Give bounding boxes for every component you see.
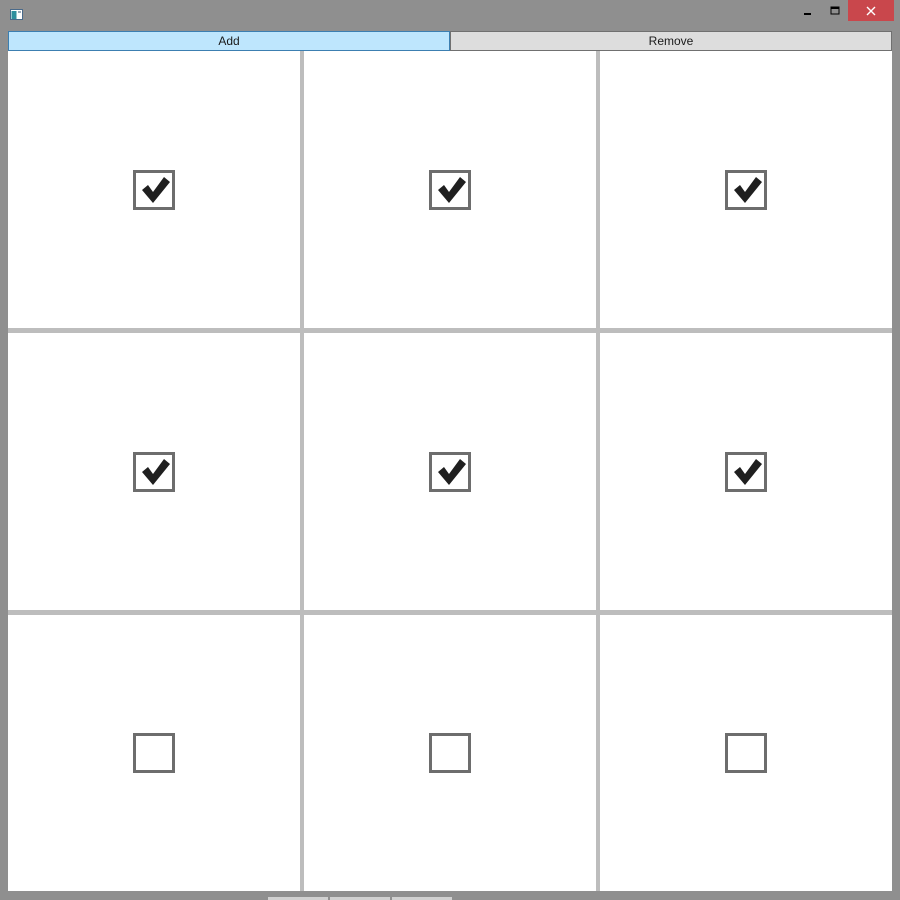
checkbox-unchecked[interactable] xyxy=(133,733,175,773)
grid-cell xyxy=(600,333,892,610)
checkbox-checked[interactable] xyxy=(725,169,767,210)
grid-cell xyxy=(8,51,300,328)
grid-cell xyxy=(600,615,892,891)
checkbox-checked[interactable] xyxy=(133,169,175,210)
app-window: Add Remove xyxy=(0,0,900,900)
grid-cell xyxy=(8,615,300,891)
checkbox-checked[interactable] xyxy=(429,169,471,210)
app-icon xyxy=(10,9,23,20)
checkbox-checked[interactable] xyxy=(725,451,767,492)
checkbox-checked[interactable] xyxy=(429,451,471,492)
maximize-icon xyxy=(830,6,840,14)
checkmark-icon xyxy=(142,458,170,485)
minimize-button[interactable] xyxy=(796,0,820,21)
close-icon xyxy=(866,6,876,15)
checkbox-unchecked[interactable] xyxy=(429,733,471,773)
toolbar: Add Remove xyxy=(8,31,892,51)
checkmark-icon xyxy=(142,176,170,203)
checkbox-checked[interactable] xyxy=(133,451,175,492)
maximize-button[interactable] xyxy=(822,0,848,21)
checkbox-grid xyxy=(8,51,892,891)
grid-cell xyxy=(600,51,892,328)
title-bar[interactable] xyxy=(0,0,900,30)
grid-cell xyxy=(304,51,596,328)
add-button[interactable]: Add xyxy=(8,31,450,51)
grid-cell xyxy=(304,333,596,610)
grid-cell xyxy=(304,615,596,891)
checkmark-icon xyxy=(734,176,762,203)
minimize-icon xyxy=(804,12,811,15)
checkbox-unchecked[interactable] xyxy=(725,733,767,773)
checkmark-icon xyxy=(734,458,762,485)
grid-cell xyxy=(8,333,300,610)
remove-button[interactable]: Remove xyxy=(450,31,892,51)
close-button[interactable] xyxy=(848,0,894,21)
checkmark-icon xyxy=(438,176,466,203)
checkmark-icon xyxy=(438,458,466,485)
